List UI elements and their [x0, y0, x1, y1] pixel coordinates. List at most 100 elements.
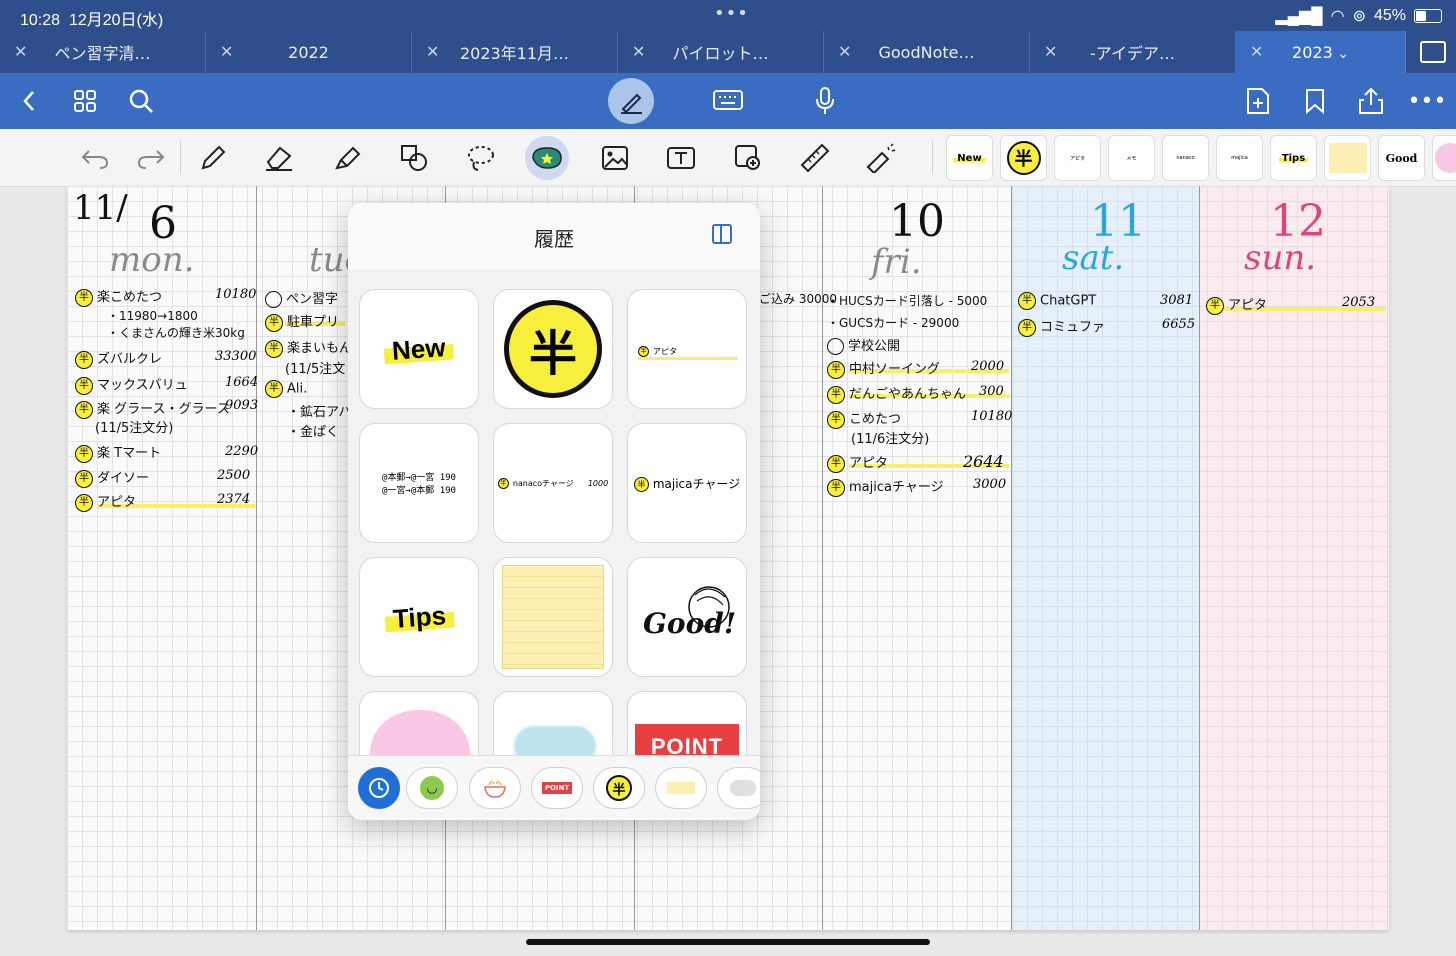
back-icon[interactable] — [14, 73, 44, 129]
favorite-sticker[interactable]: アピタ — [1054, 135, 1101, 181]
pen-icon[interactable] — [196, 141, 230, 175]
ledger-entry: 半だんごやあんちゃん — [827, 383, 966, 404]
close-icon[interactable]: ✕ — [838, 42, 851, 61]
sticker-point[interactable]: POINT — [627, 691, 747, 755]
close-icon[interactable]: ✕ — [1250, 42, 1263, 61]
sticker-text: 半 majicaチャージ — [633, 475, 740, 492]
smiley-icon[interactable]: ◡ — [406, 767, 458, 809]
day-column-sat: 11 sat. 半 ChatGPT 3081 半コミュファ 6655 — [1012, 186, 1200, 930]
bookmark-icon[interactable] — [1303, 73, 1327, 129]
tab-1[interactable]: ✕ ペン習字清… — [0, 31, 206, 73]
split-view-icon[interactable] — [1420, 41, 1446, 63]
sticker-new[interactable]: New — [359, 289, 479, 409]
ledger-entry: (11/5注文分) — [95, 421, 174, 436]
text-icon[interactable] — [664, 141, 698, 175]
add-page-icon[interactable] — [1245, 73, 1271, 129]
amount: 10180 — [971, 409, 1013, 424]
ledger-entry: 半アピタ — [827, 452, 888, 473]
amount: 300 — [979, 384, 1004, 399]
tab-label: パイロット… — [672, 44, 769, 63]
favorite-sticker[interactable]: Good — [1378, 135, 1425, 181]
sticker-majica[interactable]: 半 majicaチャージ — [627, 423, 747, 543]
sticker-commute-note[interactable]: @本郵→@一宮 190 @一宮→@本郵 190 — [359, 423, 479, 543]
tab-6[interactable]: ✕ -アイデア… — [1030, 31, 1236, 73]
tab-3[interactable]: ✕ 2023年11月… — [412, 31, 618, 73]
sticker-yen-stamp[interactable]: 半 — [493, 289, 613, 409]
tab-label: 2023年11月… — [459, 44, 570, 63]
amount: 2290 — [225, 444, 259, 459]
more-icon[interactable]: ••• — [1408, 73, 1447, 129]
favorite-sticker[interactable]: 半 — [1000, 135, 1047, 181]
undo-icon[interactable] — [78, 141, 112, 175]
sticker-icon[interactable] — [525, 136, 569, 180]
ledger-entry: ・金ぱく — [287, 425, 340, 440]
sticker-good[interactable]: Good! — [627, 557, 747, 677]
tab-2[interactable]: ✕ 2022 — [206, 31, 412, 73]
search-icon[interactable] — [126, 73, 156, 129]
lasso-icon[interactable] — [464, 141, 498, 175]
ledger-entry: 半コミュファ — [1018, 316, 1105, 337]
paper-icon[interactable] — [655, 767, 707, 809]
favorite-sticker[interactable]: majica — [1216, 135, 1263, 181]
sticker-text: Good — [1385, 151, 1418, 165]
sticker-text: 半アピタ — [638, 346, 738, 360]
redo-icon[interactable] — [134, 141, 168, 175]
sticker-tips[interactable]: Tips — [359, 557, 479, 677]
close-icon[interactable]: ✕ — [220, 42, 233, 61]
battery-icon — [1414, 9, 1442, 23]
sticker-nanaco[interactable]: 半 nanacoチャージ 1000 — [493, 423, 613, 543]
highlighter-icon[interactable] — [330, 141, 364, 175]
ledger-entry: 半楽 グラース・グラース — [75, 398, 230, 419]
close-icon[interactable]: ✕ — [14, 42, 27, 61]
sticker-text: Tips — [1278, 152, 1309, 164]
favorite-sticker[interactable]: メモ — [1108, 135, 1155, 181]
sticker-cloud[interactable] — [493, 691, 613, 755]
point-label: POINT — [541, 782, 573, 794]
clock-icon[interactable] — [358, 767, 400, 809]
close-icon[interactable]: ✕ — [632, 42, 645, 61]
share-icon[interactable] — [1356, 73, 1386, 129]
svg-text:Good!: Good! — [643, 607, 736, 640]
tab-7-active[interactable]: ✕ 2023 — [1236, 31, 1406, 73]
sticker-memo-paper[interactable] — [493, 557, 613, 677]
cloud-icon[interactable] — [717, 767, 760, 809]
favorite-sticker[interactable]: nanaco — [1162, 135, 1209, 181]
cloud-shape — [514, 726, 596, 755]
image-icon[interactable] — [598, 141, 632, 175]
ledger-entry: 半楽こめたつ — [75, 286, 162, 307]
close-icon[interactable]: ✕ — [426, 42, 439, 61]
shapes-icon[interactable] — [398, 141, 432, 175]
point-icon[interactable]: POINT — [531, 767, 583, 809]
eraser-icon[interactable] — [262, 141, 296, 175]
favorite-sticker[interactable]: Tips — [1270, 135, 1317, 181]
sticker-pink-blob[interactable] — [359, 691, 479, 755]
note-paper — [1328, 143, 1367, 173]
image-scan-icon[interactable] — [732, 141, 766, 175]
ruler-icon[interactable] — [798, 141, 832, 175]
microphone-icon[interactable] — [813, 73, 837, 129]
favorite-sticker[interactable]: New — [946, 135, 993, 181]
amount: 9093 — [225, 398, 259, 413]
home-indicator[interactable] — [526, 939, 930, 945]
ramen-icon[interactable] — [469, 767, 521, 809]
pen-mode-icon[interactable] — [608, 78, 654, 124]
grid-icon[interactable] — [70, 73, 100, 129]
day-number: 10 — [889, 196, 945, 247]
favorite-sticker[interactable] — [1432, 135, 1456, 181]
sidebar-toggle-icon[interactable] — [712, 224, 732, 244]
multitask-dots[interactable]: ••• — [714, 3, 749, 24]
favorite-sticker[interactable] — [1324, 135, 1371, 181]
close-icon[interactable]: ✕ — [1044, 42, 1057, 61]
ledger-entry: 半楽まいもん — [265, 337, 352, 358]
ledger-entry: 半楽 Tマート — [75, 442, 161, 463]
sticker-text: @一宮→@本郵 190 — [382, 486, 456, 496]
tab-4[interactable]: ✕ パイロット… — [618, 31, 824, 73]
sticker-apita[interactable]: 半アピタ — [627, 289, 747, 409]
amount: 33300 — [215, 349, 257, 364]
tab-5[interactable]: ✕ GoodNote… — [824, 31, 1030, 73]
tab-label: ペン習字清… — [54, 44, 151, 63]
laser-icon[interactable] — [864, 141, 898, 175]
yen-icon[interactable]: 半 — [593, 767, 645, 809]
keyboard-icon[interactable] — [712, 73, 744, 129]
sticker-history-popover: 履歴 New 半 半アピタ @本郵→@一宮 190 @一宮→@本郵 190 半n… — [348, 203, 760, 820]
